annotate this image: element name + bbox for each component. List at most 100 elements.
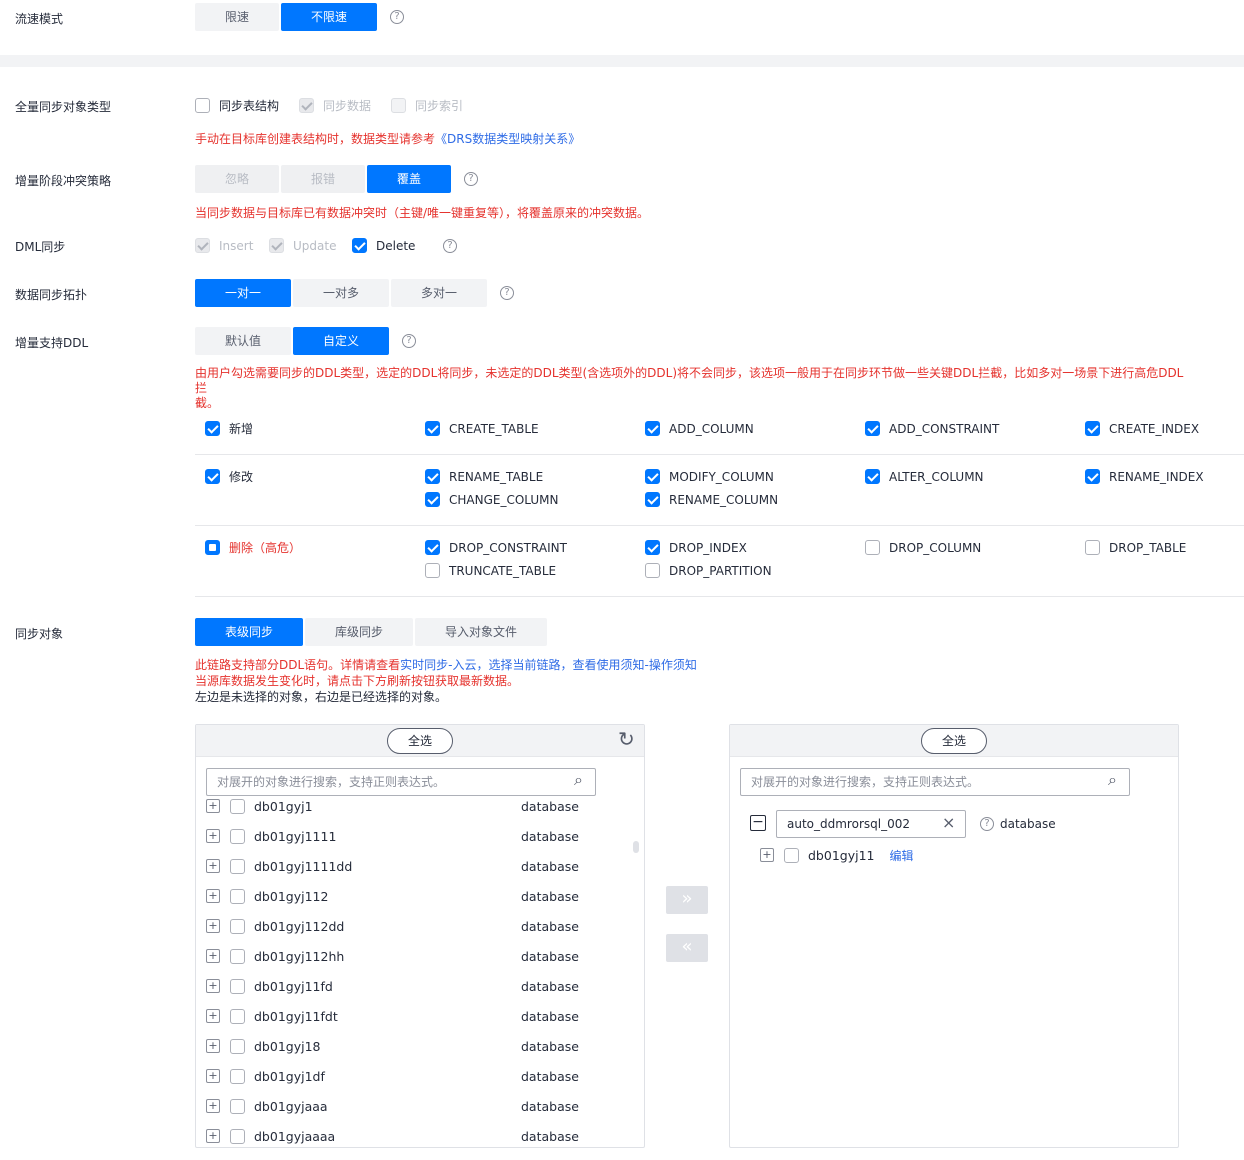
help-icon[interactable]: ?	[443, 239, 457, 253]
flow-mode-option-limited[interactable]: 限速	[195, 3, 279, 31]
list-item[interactable]: + db01gyj1111 database	[206, 821, 644, 851]
checkbox-icon[interactable]	[784, 847, 799, 863]
checkbox-icon	[1085, 469, 1100, 484]
list-item[interactable]: + db01gyj1 database	[206, 799, 644, 821]
ddl-drop-index-checkbox[interactable]: DROP_INDEX	[645, 540, 747, 555]
ddl-add-column-checkbox[interactable]: ADD_COLUMN	[645, 421, 754, 436]
checkbox-icon[interactable]	[230, 1128, 245, 1144]
list-item[interactable]: + db01gyj112 database	[206, 881, 644, 911]
ddl-option-default[interactable]: 默认值	[195, 327, 291, 355]
expand-icon[interactable]: +	[206, 1039, 220, 1053]
ddl-add-constraint-checkbox[interactable]: ADD_CONSTRAINT	[865, 421, 999, 436]
full-sync-structure-checkbox[interactable]: 同步表结构	[195, 97, 279, 114]
expand-icon[interactable]: +	[206, 829, 220, 843]
help-icon[interactable]: ?	[500, 286, 514, 300]
expand-icon[interactable]: +	[206, 1099, 220, 1113]
collapse-icon[interactable]: −	[750, 815, 766, 831]
ddl-option-custom[interactable]: 自定义	[293, 327, 389, 355]
expand-icon[interactable]: +	[206, 799, 220, 813]
ddl-rename-table-checkbox[interactable]: RENAME_TABLE	[425, 469, 543, 484]
ddl-rename-column-checkbox[interactable]: RENAME_COLUMN	[645, 492, 778, 507]
ddl-group-drop-checkbox[interactable]: 删除（高危）	[205, 539, 301, 556]
move-left-button[interactable]: «	[666, 934, 708, 962]
help-icon[interactable]: ?	[402, 334, 416, 348]
ddl-create-index-checkbox[interactable]: CREATE_INDEX	[1085, 421, 1199, 436]
expand-icon[interactable]: +	[760, 848, 774, 862]
expand-icon[interactable]: +	[206, 859, 220, 873]
selected-search-input[interactable]: 对展开的对象进行搜索，支持正则表达式。	[740, 768, 1130, 796]
ddl-drop-partition-checkbox[interactable]: DROP_PARTITION	[645, 563, 772, 578]
checkbox-icon[interactable]	[230, 1098, 245, 1114]
sync-option-import-file[interactable]: 导入对象文件	[415, 618, 547, 646]
section-separator	[0, 55, 1244, 67]
edit-link[interactable]: 编辑	[890, 847, 914, 864]
checkbox-icon[interactable]	[230, 888, 245, 904]
expand-icon[interactable]: +	[206, 889, 220, 903]
help-icon[interactable]: ?	[980, 817, 994, 831]
checkbox-icon[interactable]	[230, 858, 245, 874]
type-mapping-link[interactable]: 《DRS数据类型映射关系》	[435, 132, 580, 146]
checkbox-icon	[865, 421, 880, 436]
ddl-rename-index-checkbox[interactable]: RENAME_INDEX	[1085, 469, 1204, 484]
ddl-drop-table-checkbox[interactable]: DROP_TABLE	[1085, 540, 1186, 555]
sync-option-database[interactable]: 库级同步	[305, 618, 413, 646]
ddl-alter-column-checkbox[interactable]: ALTER_COLUMN	[865, 469, 984, 484]
clear-icon[interactable]: ×	[942, 813, 955, 832]
help-icon[interactable]: ?	[464, 172, 478, 186]
checkbox-icon	[645, 563, 660, 578]
list-item[interactable]: + db01gyj11 编辑	[760, 845, 914, 865]
ddl-group-modify-checkbox[interactable]: 修改	[205, 468, 253, 485]
list-item[interactable]: + db01gyj18 database	[206, 1031, 644, 1061]
sync-option-table[interactable]: 表级同步	[195, 618, 303, 646]
usage-notes-link[interactable]: 实时同步-入云，选择当前链路，查看使用须知-操作须知	[400, 658, 697, 672]
list-item[interactable]: + db01gyj112dd database	[206, 911, 644, 941]
checkbox-icon	[645, 540, 660, 555]
expand-icon[interactable]: +	[206, 1009, 220, 1023]
list-item[interactable]: + db01gyj11fdt database	[206, 1001, 644, 1031]
ddl-create-table-checkbox[interactable]: CREATE_TABLE	[425, 421, 539, 436]
conflict-selector: 忽略 报错 覆盖	[195, 165, 453, 193]
expand-icon[interactable]: +	[206, 919, 220, 933]
checkbox-icon[interactable]	[230, 918, 245, 934]
target-db-name-input[interactable]: auto_ddmrorsql_002	[776, 810, 966, 838]
expand-icon[interactable]: +	[206, 949, 220, 963]
ddl-drop-column-checkbox[interactable]: DROP_COLUMN	[865, 540, 981, 555]
dml-delete-checkbox[interactable]: Delete	[352, 238, 415, 253]
ddl-drop-constraint-checkbox[interactable]: DROP_CONSTRAINT	[425, 540, 567, 555]
ddl-truncate-table-checkbox[interactable]: TRUNCATE_TABLE	[425, 563, 556, 578]
checkbox-icon[interactable]	[230, 828, 245, 844]
expand-icon[interactable]: +	[206, 1129, 220, 1143]
list-item[interactable]: + db01gyj11fd database	[206, 971, 644, 1001]
ddl-change-column-checkbox[interactable]: CHANGE_COLUMN	[425, 492, 559, 507]
help-icon[interactable]: ?	[390, 10, 404, 24]
root-type: database	[1000, 817, 1056, 831]
list-item[interactable]: + db01gyj1df database	[206, 1061, 644, 1091]
source-search-input[interactable]: 对展开的对象进行搜索，支持正则表达式。	[206, 768, 596, 796]
list-item[interactable]: + db01gyjaaaa database	[206, 1121, 644, 1147]
checkbox-icon[interactable]	[230, 948, 245, 964]
move-right-button[interactable]: »	[666, 886, 708, 914]
checkbox-icon[interactable]	[230, 1008, 245, 1024]
expand-icon[interactable]: +	[206, 979, 220, 993]
checkbox-icon[interactable]	[230, 1068, 245, 1084]
select-all-button[interactable]: 全选	[387, 728, 453, 754]
topology-option-one-to-one[interactable]: 一对一	[195, 279, 291, 307]
checkbox-icon	[205, 421, 220, 436]
refresh-icon[interactable]: ↻	[618, 727, 635, 751]
ddl-modify-column-checkbox[interactable]: MODIFY_COLUMN	[645, 469, 774, 484]
list-item[interactable]: + db01gyj112hh database	[206, 941, 644, 971]
scrollbar-thumb[interactable]	[633, 841, 639, 853]
checkbox-icon[interactable]	[230, 799, 245, 814]
checkbox-icon[interactable]	[230, 978, 245, 994]
list-item[interactable]: + db01gyj1111dd database	[206, 851, 644, 881]
list-item[interactable]: + db01gyjaaa database	[206, 1091, 644, 1121]
expand-icon[interactable]: +	[206, 1069, 220, 1083]
conflict-option-overwrite[interactable]: 覆盖	[367, 165, 451, 193]
select-all-button[interactable]: 全选	[921, 728, 987, 754]
topology-option-one-to-many[interactable]: 一对多	[293, 279, 389, 307]
flow-mode-option-unlimited[interactable]: 不限速	[281, 3, 377, 31]
ddl-group-add-checkbox[interactable]: 新增	[205, 420, 253, 437]
topology-selector: 一对一 一对多 多对一	[195, 279, 489, 307]
checkbox-icon[interactable]	[230, 1038, 245, 1054]
topology-option-many-to-one[interactable]: 多对一	[391, 279, 487, 307]
